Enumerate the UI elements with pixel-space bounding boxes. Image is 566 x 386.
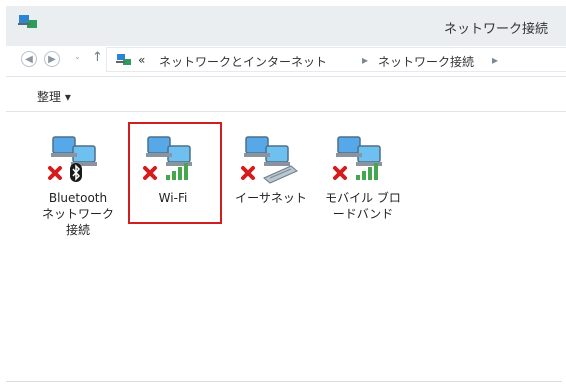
address-network-icon [116,54,131,65]
breadcrumb-overflow[interactable]: « [138,53,145,67]
window-bottom-border [6,381,562,382]
connection-item-wifi[interactable]: Wi-Fi [131,132,215,206]
window-title: ネットワーク接続 [443,22,548,37]
wifi-network-icon [143,136,192,180]
left-arrow-icon: ◀ [25,54,33,65]
mobile-broadband-icon [333,136,382,180]
connection-item-mobile-broadband[interactable]: モバイル ブロ ードバンド [321,132,405,222]
organize-button[interactable]: 整理 ▾ [37,88,71,105]
navigation-bar: ◀ ▶ ⌄ ↑ « ネットワークとインターネット ▸ ネットワーク接続 ▸ [6,46,566,77]
network-connections-icon [18,15,37,28]
breadcrumb-network-and-internet[interactable]: ネットワークとインターネット [159,53,327,70]
bluetooth-network-icon [48,136,97,182]
forward-button[interactable]: ▶ [44,51,60,67]
connections-view: Bluetooth ネットワーク 接続 Wi-Fi イーサネット モバイル ブロ… [6,112,566,382]
connection-label: Bluetooth ネットワーク 接続 [41,191,114,237]
connection-label: モバイル ブロ ードバンド [325,191,401,221]
right-arrow-icon: ▶ [48,54,56,65]
connection-label: イーサネット [235,191,307,205]
ethernet-network-icon [241,136,298,184]
connection-item-bluetooth[interactable]: Bluetooth ネットワーク 接続 [36,132,120,238]
breadcrumb-network-connections[interactable]: ネットワーク接続 [378,53,474,70]
address-bar[interactable]: « ネットワークとインターネット ▸ ネットワーク接続 ▸ [106,47,566,72]
recent-locations-dropdown[interactable]: ⌄ [74,52,81,61]
connection-label: Wi-Fi [158,191,188,205]
title-bar: ネットワーク接続 [6,6,566,46]
connection-item-ethernet[interactable]: イーサネット [229,132,313,206]
breadcrumb-separator: ▸ [362,53,369,67]
breadcrumb-separator: ▸ [492,53,499,67]
command-toolbar: 整理 ▾ [6,77,566,112]
up-arrow-icon[interactable]: ↑ [92,50,103,65]
back-button[interactable]: ◀ [21,51,37,67]
